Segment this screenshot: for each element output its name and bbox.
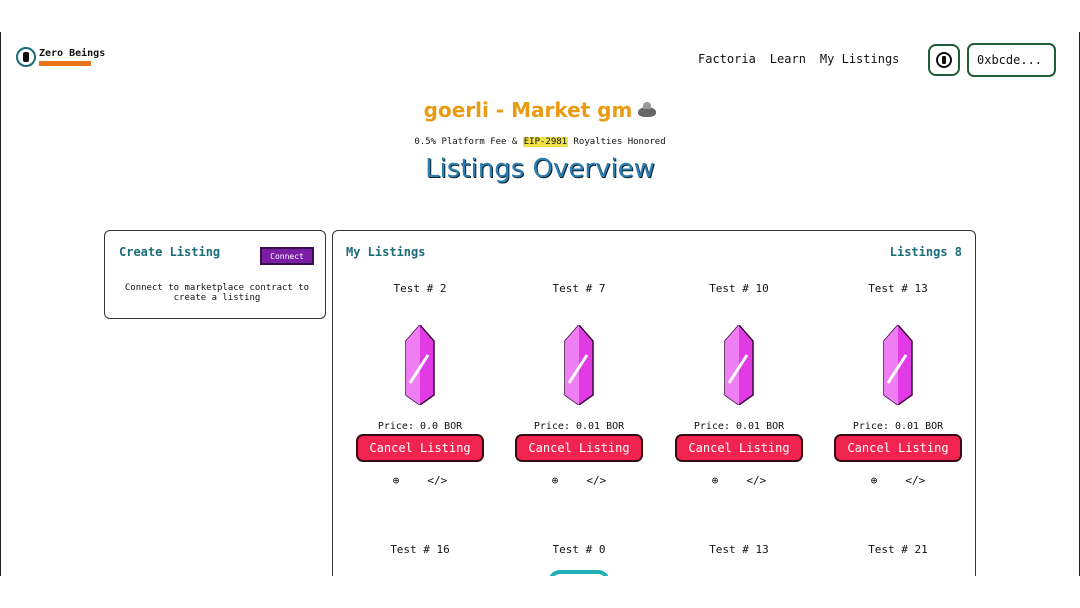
listing-card: Test # 2 Price: 0.0 BOR Cancel Listing ⊕… (350, 282, 490, 487)
market-title-text: goerli - Market gm (423, 98, 633, 122)
logo-text: Zero Beings (39, 47, 106, 59)
listing-card: Test # 21 (828, 543, 968, 556)
code-icon[interactable]: </> (427, 474, 447, 487)
create-listing-title: Create Listing (119, 245, 221, 259)
cancel-listing-button[interactable]: Cancel Listing (356, 434, 484, 462)
listing-name: Test # 7 (552, 282, 606, 295)
crystal-icon (564, 323, 594, 406)
logo-icon (16, 47, 36, 67)
listing-card: Test # 0 (509, 543, 649, 576)
listing-card: Test # 7 Price: 0.01 BOR Cancel Listing … (509, 282, 649, 487)
eip-link[interactable]: EIP-2981 (522, 137, 569, 147)
globe-icon[interactable]: ⊕ (871, 474, 878, 487)
my-listings-panel: My Listings Listings 8 Test # 2 Price: 0… (332, 230, 976, 576)
listing-name: Test # 13 (868, 282, 928, 295)
crystal-icon (883, 323, 913, 406)
listing-name: Test # 21 (868, 543, 928, 556)
cancel-listing-button[interactable]: Cancel Listing (834, 434, 962, 462)
page-heading: Listings Overview (425, 154, 655, 184)
listing-actions: ⊕ </> (350, 474, 490, 487)
listing-card: Test # 13 Price: 0.01 BOR Cancel Listing… (828, 282, 968, 487)
ufo-icon (638, 101, 657, 117)
listing-actions: ⊕ </> (828, 474, 968, 487)
crystal-icon (405, 323, 435, 406)
listing-price: Price: 0.01 BOR (693, 421, 785, 432)
nav-my-listings[interactable]: My Listings (820, 52, 899, 66)
listing-actions: ⊕ </> (509, 474, 649, 487)
globe-icon[interactable]: ⊕ (712, 474, 719, 487)
code-icon[interactable]: </> (905, 474, 925, 487)
logo[interactable]: Zero Beings (16, 47, 105, 67)
account-address-button[interactable]: 0xbcde... (967, 43, 1056, 77)
globe-icon[interactable]: ⊕ (552, 474, 559, 487)
globe-icon[interactable]: ⊕ (393, 474, 400, 487)
listing-price: Price: 0.0 BOR (377, 421, 463, 432)
listing-name: Test # 2 (393, 282, 447, 295)
nav-learn[interactable]: Learn (770, 52, 806, 66)
listing-image-partial (548, 570, 610, 576)
cancel-listing-button[interactable]: Cancel Listing (675, 434, 803, 462)
cancel-listing-button[interactable]: Cancel Listing (515, 434, 643, 462)
create-listing-panel: Create Listing Connect Connect to market… (104, 230, 326, 319)
listing-name: Test # 13 (709, 543, 769, 556)
my-listings-title: My Listings (346, 245, 426, 259)
listing-actions: ⊕ </> (669, 474, 809, 487)
listing-price: Price: 0.01 BOR (533, 421, 625, 432)
royalty-text: Royalties Honored (568, 137, 666, 147)
wallet-icon[interactable] (928, 44, 960, 76)
fee-text: 0.5% Platform Fee & (414, 137, 523, 147)
listing-name: Test # 10 (709, 282, 769, 295)
listing-name: Test # 16 (390, 543, 450, 556)
nav-factoria[interactable]: Factoria (698, 52, 756, 66)
connect-button[interactable]: Connect (260, 247, 314, 265)
market-title: goerli - Market gm (0, 98, 1080, 122)
crystal-icon (724, 323, 754, 406)
listings-count: Listings 8 (889, 245, 962, 259)
code-icon[interactable]: </> (746, 474, 766, 487)
listing-card: Test # 13 (669, 543, 809, 556)
listing-card: Test # 16 (350, 543, 490, 556)
create-listing-hint: Connect to marketplace contract to creat… (124, 283, 310, 303)
main-nav: Factoria Learn My Listings (698, 52, 899, 66)
listing-price: Price: 0.01 BOR (852, 421, 944, 432)
logo-tag (39, 60, 91, 66)
code-icon[interactable]: </> (586, 474, 606, 487)
fee-subtitle: 0.5% Platform Fee & EIP-2981 Royalties H… (0, 137, 1080, 147)
listing-card: Test # 10 Price: 0.01 BOR Cancel Listing… (669, 282, 809, 487)
listing-name: Test # 0 (552, 543, 606, 556)
